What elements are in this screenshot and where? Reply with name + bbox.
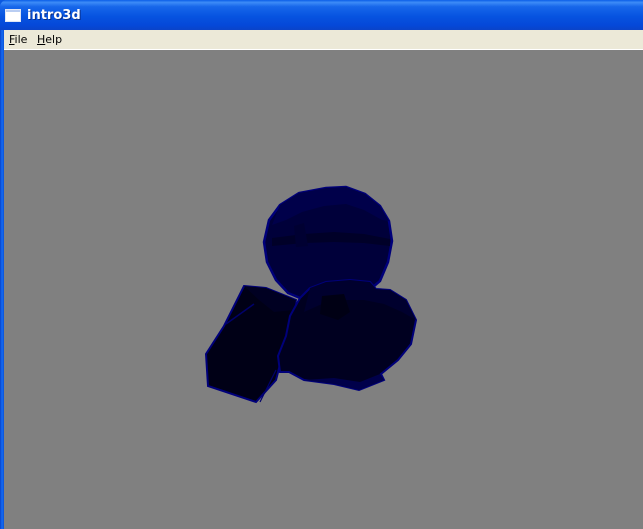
menu-help[interactable]: Help bbox=[37, 32, 62, 47]
3d-scene bbox=[204, 185, 418, 404]
window-title: intro3d bbox=[27, 8, 81, 23]
3d-viewport[interactable] bbox=[4, 50, 643, 529]
menu-file-label: ile bbox=[14, 33, 28, 46]
menu-bar: File Help bbox=[4, 30, 643, 49]
menu-help-label: elp bbox=[45, 33, 63, 46]
title-bar[interactable]: intro3d bbox=[0, 0, 643, 30]
application-window-icon bbox=[5, 9, 21, 22]
application-window: intro3d File Help bbox=[0, 0, 643, 529]
menu-file[interactable]: File bbox=[9, 32, 27, 47]
